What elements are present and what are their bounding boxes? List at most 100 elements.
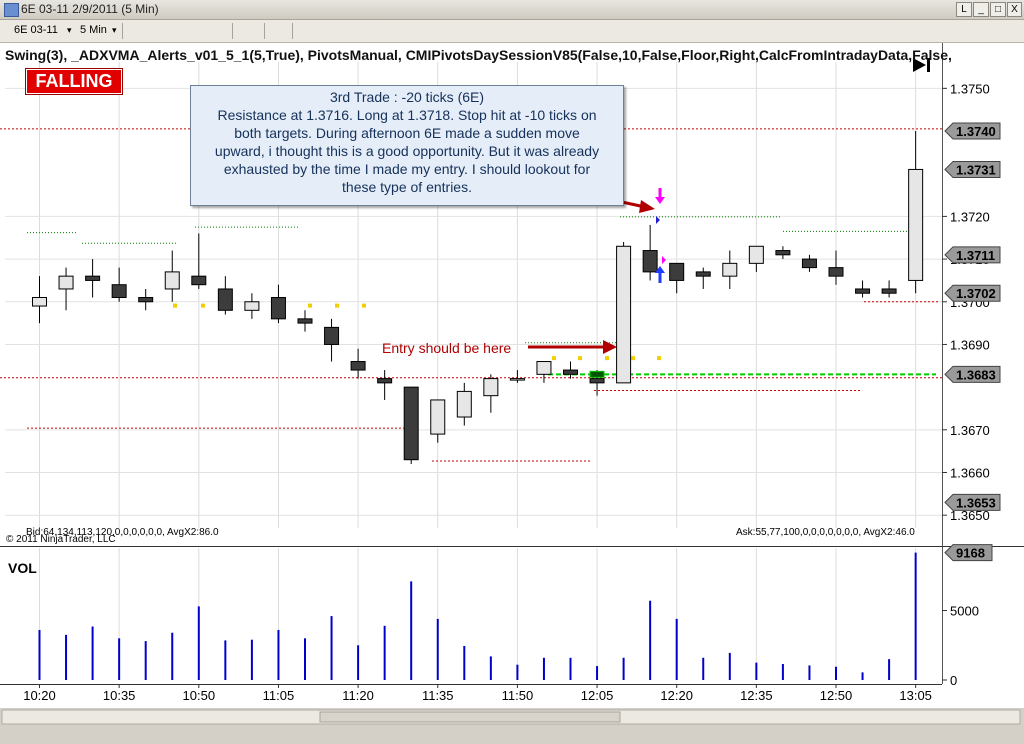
- window-title: 6E 03-11 2/9/2011 (5 Min): [21, 2, 159, 16]
- time-tick-label: 13:05: [899, 688, 932, 703]
- falling-badge: FALLING: [25, 68, 123, 95]
- candle-body: [58, 275, 74, 290]
- price-tick-label: 1.3750: [950, 81, 990, 96]
- stop-dot: [335, 303, 339, 308]
- price-marker: 1.3702: [944, 284, 1001, 302]
- instrument-dropdown-icon[interactable]: ▾: [67, 22, 72, 39]
- app-icon: [4, 3, 19, 17]
- stop-dot: [631, 356, 635, 361]
- candle-body: [775, 250, 791, 256]
- candle-body: [616, 245, 632, 384]
- candle-body: [32, 297, 47, 307]
- price-marker: 1.3683: [944, 365, 1001, 383]
- price-tick-label: 1.3690: [950, 337, 990, 352]
- candle-body: [642, 250, 658, 273]
- window-titlebar: 6E 03-11 2/9/2011 (5 Min) L _ □ X: [0, 0, 1024, 20]
- time-tick-label: 11:50: [502, 688, 534, 703]
- candle-body: [217, 288, 233, 311]
- candle-body: [350, 361, 366, 371]
- candle-body: [377, 378, 393, 384]
- time-tick-label: 10:35: [103, 688, 136, 703]
- candle-body: [456, 390, 472, 418]
- candle-body: [695, 271, 711, 277]
- time-tick-label: 12:05: [581, 688, 614, 703]
- chart-toolbar: 6E 03-11 ▾ 5 Min ▾: [0, 20, 1024, 59]
- window-lock-button[interactable]: L: [956, 2, 972, 17]
- time-tick-label: 12:20: [660, 688, 693, 703]
- trade-annotation: 3rd Trade : -20 ticks (6E) Resistance at…: [190, 85, 624, 206]
- candle-body: [270, 297, 286, 320]
- stop-dot: [201, 303, 205, 308]
- candle-body: [536, 361, 552, 375]
- price-marker: 1.3731: [944, 160, 1001, 178]
- time-tick-label: 11:20: [342, 688, 374, 703]
- candle-body: [908, 168, 924, 281]
- instrument-selector[interactable]: 6E 03-11: [14, 22, 58, 39]
- minimize-button[interactable]: _: [973, 2, 989, 17]
- candle-body: [297, 318, 313, 324]
- price-marker-label: 1.3740: [956, 124, 996, 139]
- entry-bar: [589, 370, 605, 378]
- maximize-button[interactable]: □: [990, 2, 1006, 17]
- candle-body: [138, 297, 154, 303]
- candle-body: [85, 275, 101, 281]
- candle-body: [324, 326, 340, 345]
- candle-body: [164, 271, 180, 290]
- time-tick-label: 12:50: [820, 688, 853, 703]
- close-button[interactable]: X: [1007, 2, 1022, 17]
- price-tick-label: 1.3660: [950, 466, 990, 481]
- candle-body: [483, 378, 499, 397]
- time-tick-label: 12:35: [740, 688, 773, 703]
- candle-body: [589, 378, 605, 384]
- stop-dot: [552, 356, 556, 361]
- candle-body: [801, 258, 817, 269]
- price-marker: 1.3740: [944, 122, 1001, 140]
- stop-dot: [308, 303, 312, 308]
- candle-body: [563, 369, 578, 375]
- price-marker-label: 1.3683: [956, 367, 996, 382]
- stop-dot: [605, 356, 609, 361]
- stop-dot: [657, 356, 661, 361]
- indicator-title: Swing(3), _ADXVMA_Alerts_v01_5_1(5,True)…: [5, 47, 952, 63]
- candle-body: [828, 267, 844, 277]
- candle-body: [855, 288, 871, 294]
- candle-body: [881, 288, 897, 294]
- candle-body: [403, 386, 419, 461]
- volume-marker-label: 9168: [956, 546, 985, 561]
- volume-tick-label: 0: [950, 673, 957, 688]
- scrollbar-thumb: [319, 711, 621, 723]
- price-marker-label: 1.3731: [956, 162, 996, 177]
- annotation-line: 3rd Trade : -20 ticks (6E): [329, 89, 485, 105]
- time-tick-label: 10:50: [183, 688, 216, 703]
- candle-body: [748, 245, 764, 264]
- price-tick-label: 1.3670: [950, 423, 990, 438]
- interval-dropdown-icon[interactable]: ▾: [112, 22, 117, 39]
- candle-body: [430, 399, 446, 435]
- stop-dot: [173, 303, 177, 308]
- time-tick-label: 11:35: [422, 688, 454, 703]
- copyright: © 2011 NinjaTrader, LLC: [6, 534, 116, 545]
- annotation-line: these type of entries.: [342, 179, 472, 195]
- candle-body: [111, 284, 127, 299]
- ask-stats: Ask:55,77,100,0,0,0,0,0,0,0, AvgX2:46.0: [736, 527, 915, 538]
- candle-body: [244, 301, 260, 311]
- time-tick-label: 11:05: [263, 688, 295, 703]
- candle-body: [509, 378, 525, 381]
- annotation-line: both targets. During afternoon 6E made a…: [234, 125, 580, 141]
- volume-tick-label: 5000: [950, 604, 979, 619]
- price-tick-label: 1.3720: [950, 209, 990, 224]
- candle-body: [191, 275, 207, 286]
- price-marker: 1.3711: [944, 246, 1001, 264]
- interval-selector[interactable]: 5 Min: [80, 22, 107, 39]
- stop-dot: [362, 303, 366, 308]
- candle-body: [669, 262, 685, 281]
- entry-note: Entry should be here: [382, 340, 511, 356]
- candle-body: [722, 262, 738, 277]
- price-marker-label: 1.3711: [956, 248, 995, 263]
- volume-panel-title: VOL: [8, 560, 37, 576]
- price-marker-label: 1.3653: [956, 495, 996, 510]
- annotation-line: exhausted by the time I made my entry. I…: [223, 161, 591, 177]
- annotation-line: upward, i thought this is a good opportu…: [214, 143, 600, 159]
- price-marker-label: 1.3702: [956, 286, 996, 301]
- annotation-line: Resistance at 1.3716. Long at 1.3718. St…: [217, 107, 597, 123]
